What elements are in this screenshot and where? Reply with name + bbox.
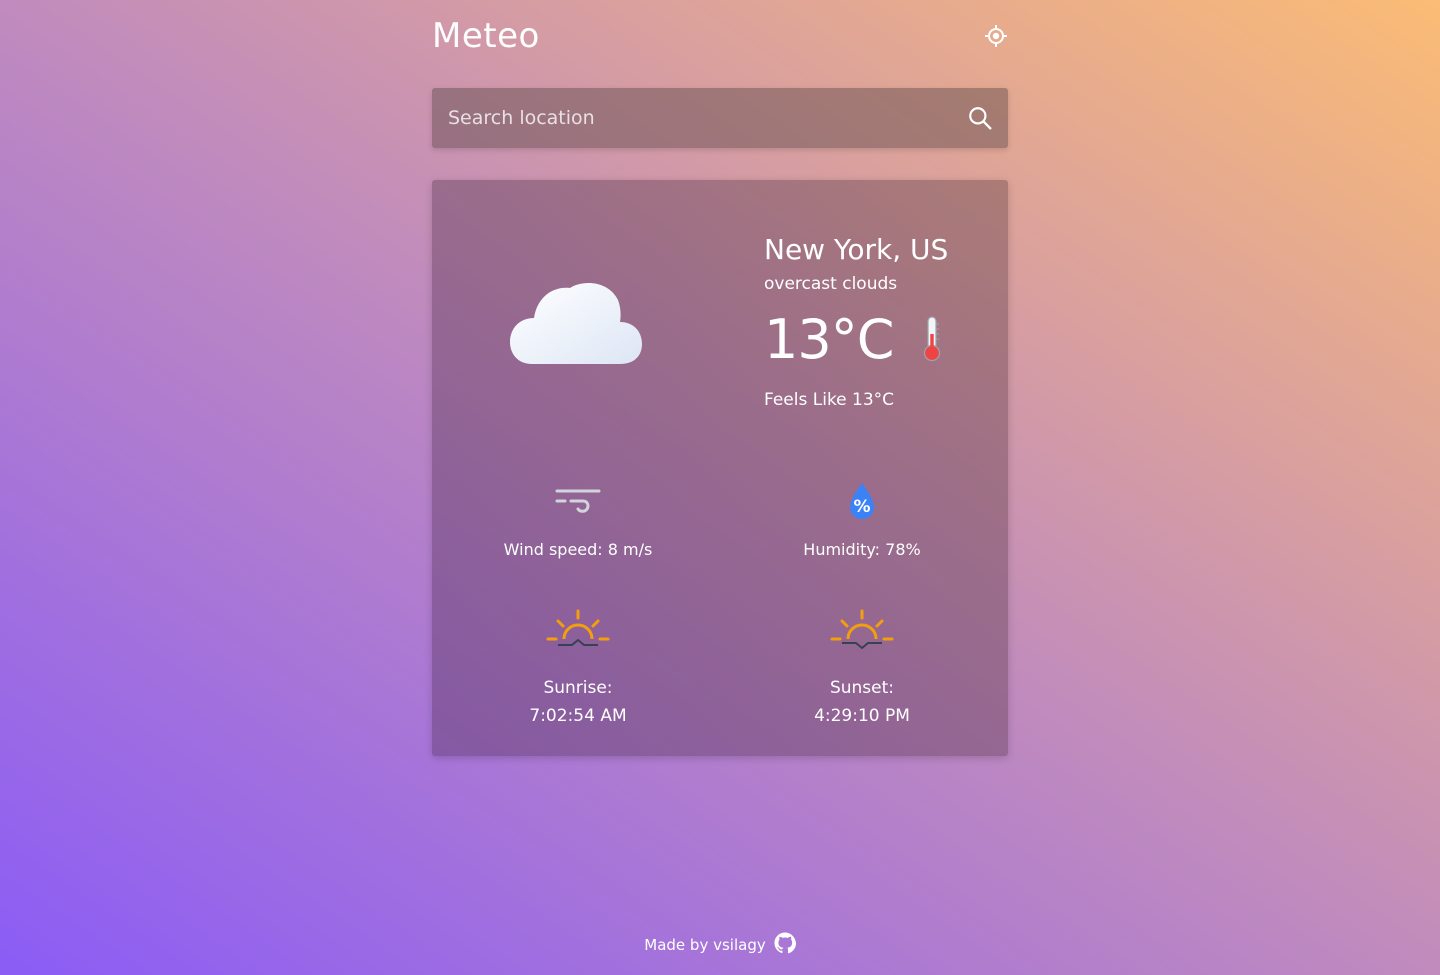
sunset-label: Sunset: xyxy=(829,678,895,698)
locate-button[interactable] xyxy=(982,22,1010,50)
sunrise-icon xyxy=(546,609,610,646)
humidity-label: Humidity: 78% xyxy=(803,540,921,559)
city-name: New York, US xyxy=(764,233,949,266)
svg-text:%: % xyxy=(853,497,870,517)
author-link[interactable]: Made by vsilagy xyxy=(644,936,765,954)
search-input[interactable] xyxy=(432,88,952,148)
sunrise-stat: Sunrise: 7:02:54 AM xyxy=(458,604,698,730)
thermometer-icon xyxy=(924,316,941,362)
footer: Made by vsilagy xyxy=(0,932,1440,958)
app-header: Meteo xyxy=(432,0,1008,72)
temperature-value: 13°C xyxy=(764,307,894,371)
sunset-icon xyxy=(830,609,894,649)
main-weather-info: New York, US overcast clouds 13°C Feels … xyxy=(764,230,994,410)
wind-icon xyxy=(555,489,601,513)
search-bar xyxy=(432,88,1008,148)
cloud-icon xyxy=(510,283,642,364)
temperature-row: 13°C xyxy=(764,304,994,374)
crosshair-icon xyxy=(985,25,1007,47)
wind-stat: Wind speed: 8 m/s xyxy=(458,476,698,559)
weather-description: overcast clouds xyxy=(764,274,898,294)
sunrise-time: 7:02:54 AM xyxy=(529,706,627,726)
search-icon xyxy=(969,107,992,130)
search-button[interactable] xyxy=(952,88,1008,148)
sunset-time: 4:29:10 PM xyxy=(814,706,910,726)
humidity-icon: % xyxy=(850,483,874,519)
sunset-stat: Sunset: 4:29:10 PM xyxy=(742,604,982,730)
app-container: Meteo Search location New York, US overc… xyxy=(432,0,1008,756)
feels-like: Feels Like 13°C xyxy=(764,390,895,410)
weather-card: New York, US overcast clouds 13°C Feels … xyxy=(432,180,1008,756)
sunrise-label: Sunrise: xyxy=(543,678,613,698)
github-link[interactable] xyxy=(774,932,796,958)
weather-condition xyxy=(510,280,644,366)
app-title: Meteo xyxy=(432,16,540,56)
wind-speed-label: Wind speed: 8 m/s xyxy=(503,540,653,559)
humidity-stat: % Humidity: 78% xyxy=(742,476,982,559)
github-icon xyxy=(774,932,796,954)
